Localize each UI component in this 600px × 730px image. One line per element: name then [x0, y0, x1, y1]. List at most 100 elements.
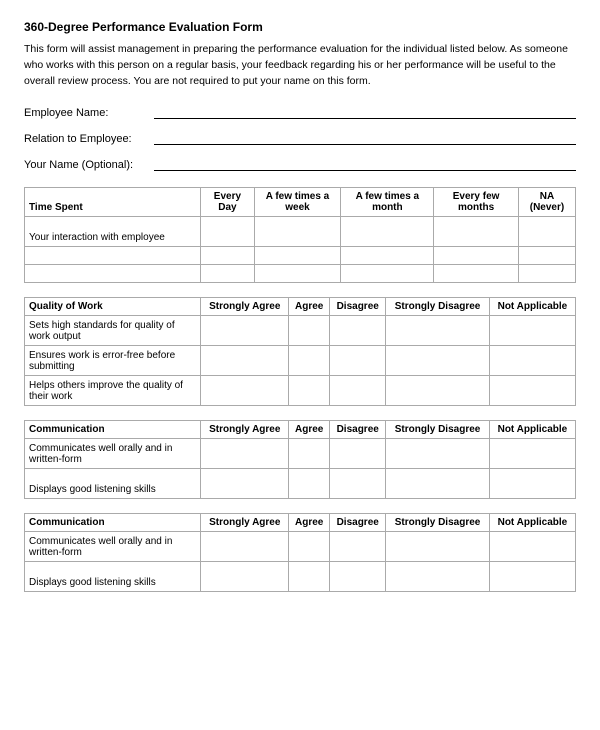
cell[interactable]: [254, 247, 341, 265]
cell[interactable]: [489, 469, 575, 499]
cell[interactable]: [518, 247, 575, 265]
col-disagree: Disagree: [330, 421, 386, 439]
col-not-applicable: Not Applicable: [489, 514, 575, 532]
cell[interactable]: [434, 217, 519, 247]
col-strongly-disagree: Strongly Disagree: [386, 298, 490, 316]
col-every-day: Every Day: [201, 188, 254, 217]
col-agree: Agree: [289, 298, 330, 316]
cell[interactable]: [330, 346, 386, 376]
col-strongly-disagree: Strongly Disagree: [386, 514, 490, 532]
cell: [25, 265, 201, 283]
cell[interactable]: [489, 376, 575, 406]
col-not-applicable: Not Applicable: [489, 298, 575, 316]
cell[interactable]: [201, 439, 289, 469]
communication-table-1: Communication Strongly Agree Agree Disag…: [24, 420, 576, 499]
cell[interactable]: [330, 439, 386, 469]
cell[interactable]: [489, 439, 575, 469]
col-na-never: NA (Never): [518, 188, 575, 217]
cell[interactable]: [434, 265, 519, 283]
row-label: Communicates well orally and in written-…: [25, 532, 201, 562]
row-label: Helps others improve the quality of thei…: [25, 376, 201, 406]
communication-header-2: Communication: [25, 514, 201, 532]
cell[interactable]: [330, 469, 386, 499]
your-name-label: Your Name (Optional):: [24, 159, 154, 171]
cell[interactable]: [386, 562, 490, 592]
employee-name-input[interactable]: [154, 103, 576, 119]
row-label: Displays good listening skills: [25, 562, 201, 592]
col-disagree: Disagree: [330, 298, 386, 316]
col-every-few-months: Every few months: [434, 188, 519, 217]
cell[interactable]: [201, 469, 289, 499]
cell[interactable]: [386, 439, 490, 469]
col-strongly-agree: Strongly Agree: [201, 298, 289, 316]
col-few-times-week: A few times a week: [254, 188, 341, 217]
cell[interactable]: [489, 532, 575, 562]
cell[interactable]: [341, 247, 434, 265]
relation-label: Relation to Employee:: [24, 133, 154, 145]
cell[interactable]: [289, 376, 330, 406]
cell[interactable]: [201, 265, 254, 283]
cell[interactable]: [201, 532, 289, 562]
row-label: Ensures work is error-free before submit…: [25, 346, 201, 376]
cell[interactable]: [489, 562, 575, 592]
col-strongly-agree: Strongly Agree: [201, 421, 289, 439]
intro-text: This form will assist management in prep…: [24, 42, 576, 89]
form-fields: Employee Name: Relation to Employee: You…: [24, 103, 576, 171]
table-row: Your interaction with employee: [25, 217, 576, 247]
table-row: Ensures work is error-free before submit…: [25, 346, 576, 376]
cell[interactable]: [489, 346, 575, 376]
time-spent-table: Time Spent Every Day A few times a week …: [24, 187, 576, 283]
col-agree: Agree: [289, 514, 330, 532]
cell[interactable]: [434, 247, 519, 265]
cell[interactable]: [289, 439, 330, 469]
cell[interactable]: [330, 316, 386, 346]
col-strongly-disagree: Strongly Disagree: [386, 421, 490, 439]
row-label: Displays good listening skills: [25, 469, 201, 499]
cell[interactable]: [289, 562, 330, 592]
cell[interactable]: [201, 346, 289, 376]
relation-row: Relation to Employee:: [24, 129, 576, 145]
your-name-input[interactable]: [154, 155, 576, 171]
cell[interactable]: [289, 469, 330, 499]
table-row: Communicates well orally and in written-…: [25, 439, 576, 469]
cell[interactable]: [386, 346, 490, 376]
cell[interactable]: [201, 562, 289, 592]
col-disagree: Disagree: [330, 514, 386, 532]
cell[interactable]: [201, 316, 289, 346]
cell[interactable]: [386, 316, 490, 346]
cell: [25, 247, 201, 265]
col-not-applicable: Not Applicable: [489, 421, 575, 439]
cell[interactable]: [386, 532, 490, 562]
cell[interactable]: [289, 316, 330, 346]
cell[interactable]: [330, 532, 386, 562]
cell[interactable]: [341, 265, 434, 283]
col-agree: Agree: [289, 421, 330, 439]
cell[interactable]: [254, 217, 341, 247]
cell[interactable]: [518, 217, 575, 247]
communication-table-2: Communication Strongly Agree Agree Disag…: [24, 513, 576, 592]
cell[interactable]: [330, 562, 386, 592]
cell[interactable]: [254, 265, 341, 283]
cell[interactable]: [201, 247, 254, 265]
cell[interactable]: [386, 376, 490, 406]
row-label: Sets high standards for quality of work …: [25, 316, 201, 346]
cell[interactable]: [201, 376, 289, 406]
table-row: [25, 247, 576, 265]
quality-header: Quality of Work: [25, 298, 201, 316]
relation-input[interactable]: [154, 129, 576, 145]
your-name-row: Your Name (Optional):: [24, 155, 576, 171]
employee-name-row: Employee Name:: [24, 103, 576, 119]
col-strongly-agree: Strongly Agree: [201, 514, 289, 532]
cell[interactable]: [341, 217, 434, 247]
cell[interactable]: [289, 346, 330, 376]
cell[interactable]: [386, 469, 490, 499]
table-row: Helps others improve the quality of thei…: [25, 376, 576, 406]
cell[interactable]: [489, 316, 575, 346]
table-row: Sets high standards for quality of work …: [25, 316, 576, 346]
cell[interactable]: [518, 265, 575, 283]
cell[interactable]: [330, 376, 386, 406]
cell[interactable]: [201, 217, 254, 247]
cell[interactable]: [289, 532, 330, 562]
page-title: 360-Degree Performance Evaluation Form: [24, 20, 576, 34]
col-few-times-month: A few times a month: [341, 188, 434, 217]
